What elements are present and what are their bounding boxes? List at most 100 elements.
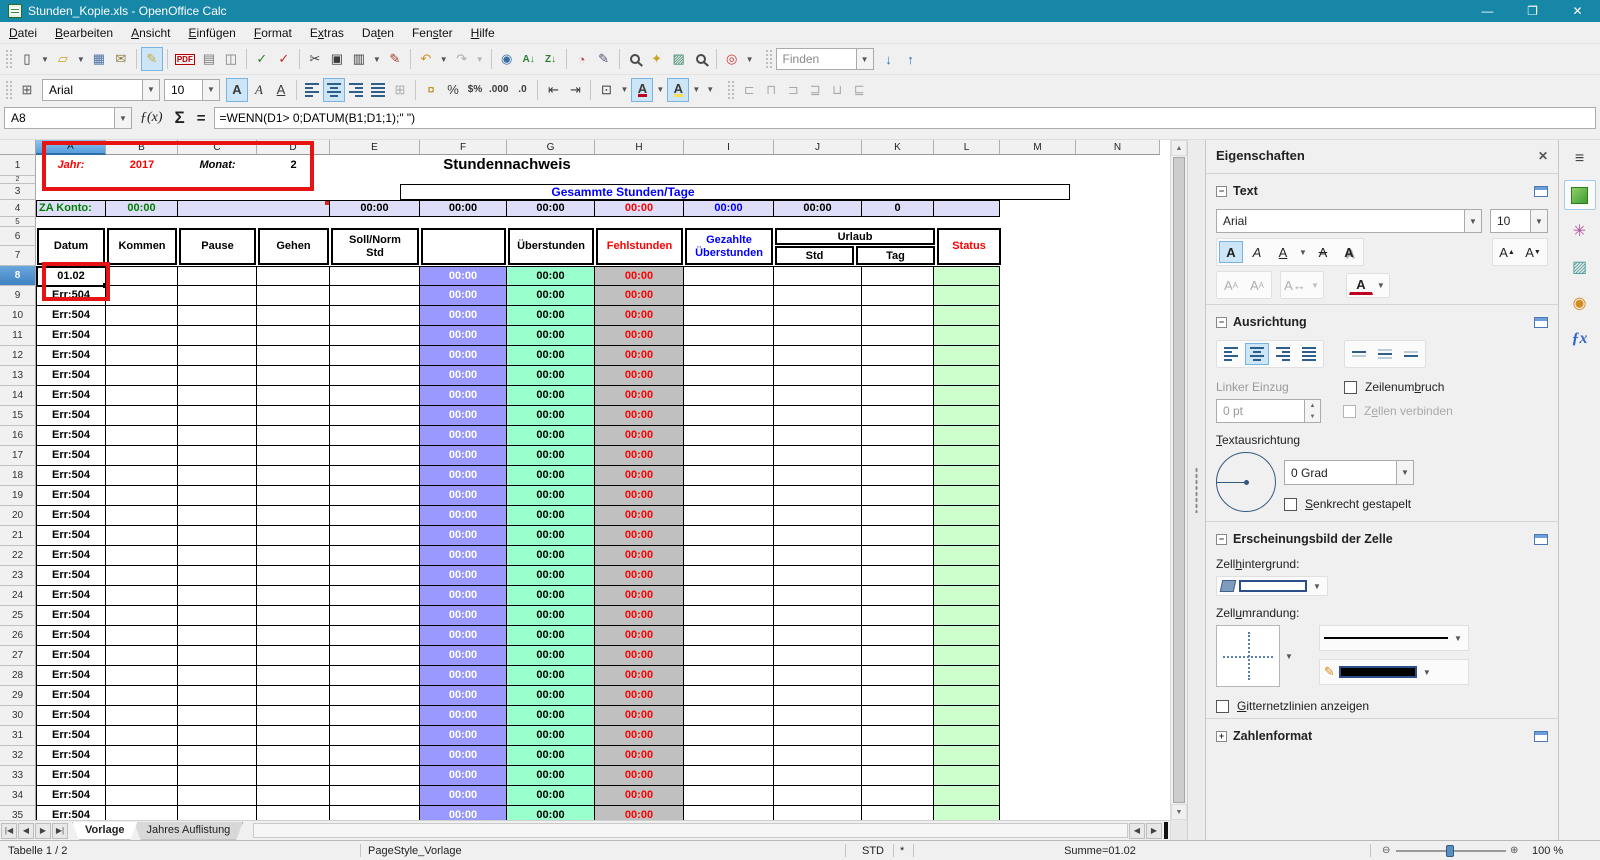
- cell-M21[interactable]: [1000, 526, 1076, 546]
- cell-I12[interactable]: [684, 346, 774, 366]
- cell-I9[interactable]: [684, 286, 774, 306]
- cell-E15[interactable]: [330, 406, 420, 426]
- cell-K20[interactable]: [862, 506, 934, 526]
- collapse-icon[interactable]: −: [1216, 533, 1227, 545]
- cell-K13[interactable]: [862, 366, 934, 386]
- cell-A22[interactable]: Err:504: [36, 546, 106, 566]
- cell-F4[interactable]: 00:00: [420, 200, 507, 217]
- cell-I10[interactable]: [684, 306, 774, 326]
- cell-B18[interactable]: [106, 466, 178, 486]
- cell-K9[interactable]: [862, 286, 934, 306]
- paste-dropdown[interactable]: ▼: [370, 47, 384, 71]
- cell-G4[interactable]: 00:00: [507, 200, 595, 217]
- save-button[interactable]: ▦: [88, 47, 110, 71]
- cell-D12[interactable]: [257, 346, 330, 366]
- cell-K16[interactable]: [862, 426, 934, 446]
- summary-header-box[interactable]: Gesammte Stunden/Tage: [400, 184, 1070, 200]
- cell-N30[interactable]: [1076, 706, 1160, 726]
- cell-A19[interactable]: Err:504: [36, 486, 106, 506]
- find-next-button[interactable]: ↓: [878, 47, 900, 71]
- row-header[interactable]: 17: [0, 446, 36, 466]
- cell-A30[interactable]: Err:504: [36, 706, 106, 726]
- cell-D20[interactable]: [257, 506, 330, 526]
- cell-G20[interactable]: 00:00: [507, 506, 595, 526]
- row-header[interactable]: 25: [0, 606, 36, 626]
- cell-K32[interactable]: [862, 746, 934, 766]
- row-header[interactable]: 4: [0, 200, 36, 217]
- cell-I4[interactable]: 00:00: [684, 200, 774, 217]
- row-header[interactable]: 24: [0, 586, 36, 606]
- cell-N26[interactable]: [1076, 626, 1160, 646]
- cell-H18[interactable]: 00:00: [595, 466, 684, 486]
- cell-I21[interactable]: [684, 526, 774, 546]
- cell-F31[interactable]: 00:00: [420, 726, 507, 746]
- column-header-J[interactable]: J: [774, 140, 862, 155]
- cell-G30[interactable]: 00:00: [507, 706, 595, 726]
- cell-G31[interactable]: 00:00: [507, 726, 595, 746]
- cell-F27[interactable]: 00:00: [420, 646, 507, 666]
- functions-tab-icon[interactable]: ƒx: [1564, 324, 1596, 354]
- cell-I26[interactable]: [684, 626, 774, 646]
- cell-L29[interactable]: [934, 686, 1000, 706]
- cell-K35[interactable]: [862, 806, 934, 820]
- cell-K31[interactable]: [862, 726, 934, 746]
- page-preview-button[interactable]: ◫: [220, 47, 242, 71]
- borders-button[interactable]: ⊡: [595, 78, 617, 102]
- row-header[interactable]: 8: [0, 266, 36, 286]
- cell-A35[interactable]: Err:504: [36, 806, 106, 820]
- sheet-title[interactable]: Stundennachweis: [330, 155, 684, 176]
- cell-M33[interactable]: [1000, 766, 1076, 786]
- cell-D16[interactable]: [257, 426, 330, 446]
- cell-H17[interactable]: 00:00: [595, 446, 684, 466]
- cell-I25[interactable]: [684, 606, 774, 626]
- cell-H12[interactable]: 00:00: [595, 346, 684, 366]
- chevron-down-icon[interactable]: ▼: [114, 108, 131, 128]
- cell-F17[interactable]: 00:00: [420, 446, 507, 466]
- cell-N11[interactable]: [1076, 326, 1160, 346]
- chevron-down-icon[interactable]: ▼: [1396, 461, 1413, 484]
- cell-G16[interactable]: 00:00: [507, 426, 595, 446]
- cell-B29[interactable]: [106, 686, 178, 706]
- cell-G14[interactable]: 00:00: [507, 386, 595, 406]
- align-object-right-button[interactable]: ⊐: [782, 78, 804, 102]
- cell-D35[interactable]: [257, 806, 330, 820]
- autospellcheck-button[interactable]: ✓: [273, 47, 295, 71]
- cell-N8[interactable]: [1076, 266, 1160, 286]
- cell-L28[interactable]: [934, 666, 1000, 686]
- cell-B16[interactable]: [106, 426, 178, 446]
- cell-A34[interactable]: Err:504: [36, 786, 106, 806]
- cell-I15[interactable]: [684, 406, 774, 426]
- cell-A14[interactable]: Err:504: [36, 386, 106, 406]
- cell-L30[interactable]: [934, 706, 1000, 726]
- cell-L11[interactable]: [934, 326, 1000, 346]
- cell-N24[interactable]: [1076, 586, 1160, 606]
- cell-H23[interactable]: 00:00: [595, 566, 684, 586]
- scroll-right-button[interactable]: ▶: [1146, 822, 1162, 839]
- cell-B27[interactable]: [106, 646, 178, 666]
- cell-F20[interactable]: 00:00: [420, 506, 507, 526]
- cell-M14[interactable]: [1000, 386, 1076, 406]
- cell-background-color-button[interactable]: ▼: [1216, 576, 1328, 596]
- cell-B4[interactable]: 00:00: [106, 200, 178, 217]
- superscript-button[interactable]: AA: [1219, 274, 1243, 296]
- cell-E19[interactable]: [330, 486, 420, 506]
- cell-J21[interactable]: [774, 526, 862, 546]
- cell-B28[interactable]: [106, 666, 178, 686]
- cell-N14[interactable]: [1076, 386, 1160, 406]
- cell-H24[interactable]: 00:00: [595, 586, 684, 606]
- cell-A29[interactable]: Err:504: [36, 686, 106, 706]
- cell-A32[interactable]: Err:504: [36, 746, 106, 766]
- zoom-button[interactable]: [690, 47, 712, 71]
- section-zahlenformat[interactable]: + Zahlenformat: [1216, 723, 1548, 749]
- cell-H31[interactable]: 00:00: [595, 726, 684, 746]
- cell-A10[interactable]: Err:504: [36, 306, 106, 326]
- cell-A31[interactable]: Err:504: [36, 726, 106, 746]
- cell-N22[interactable]: [1076, 546, 1160, 566]
- expand-icon[interactable]: +: [1216, 730, 1227, 742]
- cell-I34[interactable]: [684, 786, 774, 806]
- cell-J17[interactable]: [774, 446, 862, 466]
- row-header[interactable]: 22: [0, 546, 36, 566]
- header-gezahlte-ueberstunden[interactable]: Gezahlte Überstunden: [685, 228, 773, 265]
- cell-L8[interactable]: [934, 266, 1000, 286]
- selection-mode[interactable]: STD: [862, 841, 884, 860]
